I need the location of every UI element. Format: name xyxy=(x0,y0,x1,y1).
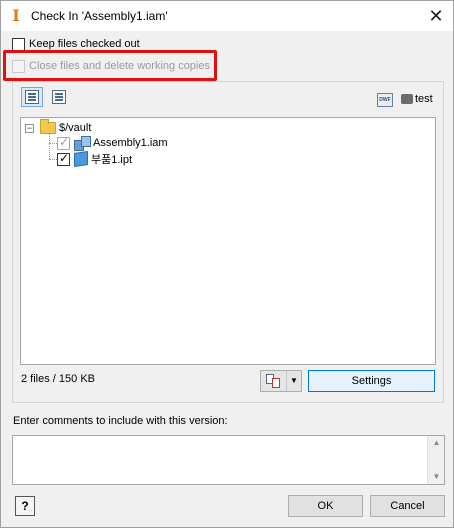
file-tree[interactable]: − $/vault Assembly1.iam 부품1.ipt xyxy=(20,117,436,365)
assembly-icon xyxy=(74,136,91,151)
vault-server-icon xyxy=(401,94,413,104)
grid-view-button[interactable] xyxy=(48,87,70,107)
tree-view-icon xyxy=(25,90,39,104)
tree-view-button[interactable] xyxy=(21,87,43,107)
vault-server-label: test xyxy=(401,93,433,105)
cancel-button[interactable]: Cancel xyxy=(370,495,445,517)
check-in-dialog: I Check In 'Assembly1.iam' ✕ Keep files … xyxy=(0,0,454,528)
tree-item-label: 부품1.ipt xyxy=(91,154,133,166)
collapse-icon[interactable]: − xyxy=(25,123,34,133)
compare-files-icon[interactable] xyxy=(261,371,287,391)
vault-name: test xyxy=(415,93,433,105)
title-bar: I Check In 'Assembly1.iam' ✕ xyxy=(1,1,453,31)
tree-connector xyxy=(49,159,57,160)
keep-checked-out-checkbox[interactable] xyxy=(12,37,25,51)
files-count-status: 2 files / 150 KB xyxy=(21,373,95,385)
tree-item-label: Assembly1.iam xyxy=(93,137,168,149)
settings-button[interactable]: Settings xyxy=(308,370,435,392)
tree-connector xyxy=(49,133,50,159)
assembly-checkbox xyxy=(57,135,70,150)
comments-label: Enter comments to include with this vers… xyxy=(13,415,228,427)
part-checkbox[interactable] xyxy=(57,151,70,166)
tree-item-assembly[interactable]: Assembly1.iam xyxy=(57,135,168,151)
tree-root-label: $/vault xyxy=(59,122,92,134)
help-button[interactable]: ? xyxy=(15,496,35,516)
tree-connector xyxy=(49,143,57,144)
comments-input[interactable] xyxy=(12,435,445,485)
keep-checked-out-label: Keep files checked out xyxy=(29,38,140,50)
ok-button[interactable]: OK xyxy=(288,495,363,517)
scroll-up-icon[interactable]: ▲ xyxy=(428,436,445,450)
dwf-icon[interactable]: DWF xyxy=(377,93,393,107)
grid-view-icon xyxy=(52,90,66,104)
folder-icon xyxy=(40,119,56,134)
dialog-title: Check In 'Assembly1.iam' xyxy=(31,9,168,23)
scroll-down-icon[interactable]: ▼ xyxy=(428,470,445,484)
highlight-box xyxy=(3,50,217,81)
tree-item-part[interactable]: 부품1.ipt xyxy=(57,151,132,167)
inventor-app-icon: I xyxy=(12,6,20,25)
part-icon xyxy=(74,151,88,167)
chevron-down-icon[interactable]: ▼ xyxy=(287,371,301,391)
compare-split-button[interactable]: ▼ xyxy=(260,370,302,392)
close-button[interactable]: ✕ xyxy=(425,5,447,27)
comments-scrollbar[interactable]: ▲ ▼ xyxy=(427,436,444,484)
